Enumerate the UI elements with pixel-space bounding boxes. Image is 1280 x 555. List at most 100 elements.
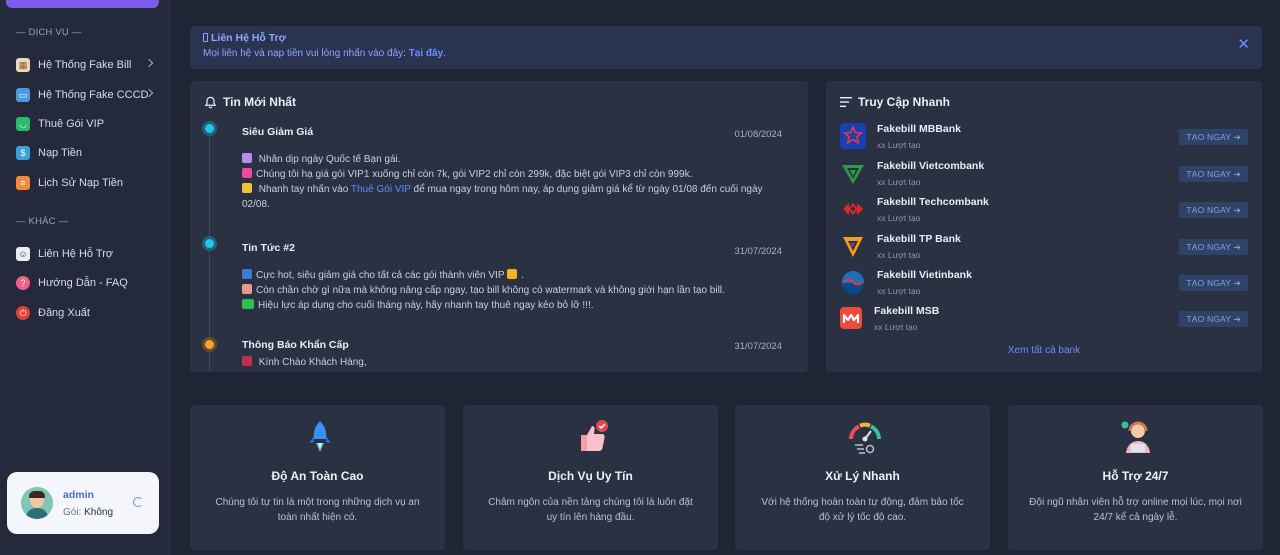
news-item-title: Siêu Giảm Giá	[242, 126, 314, 138]
see-all-banks-link[interactable]: Xem tất cả bank	[826, 345, 1262, 356]
bank-usage: xx Lượt tạo	[877, 250, 921, 260]
news-item-line: Chúng tôi hạ giá gói VIP1 xuống chỉ còn …	[242, 167, 782, 182]
news-line-text: Cực hot, siêu giảm giá cho tất cả các gó…	[256, 270, 505, 281]
sidebar-item-label: Thuê Gói VIP	[38, 118, 105, 130]
create-now-button[interactable]: TẠO NGAY ➔	[1179, 166, 1248, 182]
vietcombank-logo-icon	[840, 160, 866, 186]
quick-access-card: Truy Cập Nhanh Fakebill MBBank xx Lượt t…	[826, 81, 1262, 372]
bell-icon	[204, 96, 217, 108]
vip-link[interactable]: Thuê Gói VIP	[351, 184, 411, 195]
bank-name: Fakebill Vietcombank	[877, 160, 985, 172]
sidebar-item-deposit-history[interactable]: ≡ Lịch Sử Nạp Tiền	[16, 172, 160, 194]
news-card-title: Tin Mới Nhất	[204, 95, 296, 109]
create-now-button[interactable]: TẠO NGAY ➔	[1179, 129, 1248, 145]
user-package: Gói: Không	[63, 507, 113, 518]
alert-link[interactable]: Tại đây	[409, 48, 443, 59]
sidebar-top-menu-item[interactable]	[6, 0, 159, 8]
phone-icon	[203, 33, 208, 42]
sidebar-item-logout[interactable]: ⏻ Đăng Xuất	[16, 302, 160, 324]
alert-message: Mọi liên hệ và nạp tiền vui lòng nhấn và…	[203, 48, 406, 59]
news-line-text: Nhân dịp ngày Quốc tế Bạn gái.	[258, 154, 401, 165]
feature-desc: Châm ngôn của nền tảng chúng tôi là luôn…	[488, 497, 693, 523]
support-alert: Liên Hệ Hỗ Trợ Mọi liên hệ và nạp tiền v…	[190, 26, 1262, 69]
news-item-date: 31/07/2024	[734, 246, 782, 257]
shopping-basket-icon: ◡	[16, 117, 30, 131]
news-item-line: Nhanh tay nhấn vào Thuê Gói VIP để mua n…	[242, 182, 782, 212]
id-card-icon: ▭	[16, 88, 30, 102]
sidebar-item-label: Hệ Thống Fake CCCD	[38, 89, 149, 101]
feature-desc: Chúng tôi tự tin là một trong những dịch…	[215, 497, 420, 523]
avatar	[21, 487, 53, 519]
feature-title: Hỗ Trợ 24/7	[1102, 469, 1169, 483]
bank-usage: xx Lượt tạo	[874, 322, 918, 332]
speedometer-icon	[849, 422, 881, 454]
mbbank-logo-icon	[840, 123, 866, 149]
sidebar-item-fake-cccd[interactable]: ▭ Hệ Thống Fake CCCD	[16, 84, 160, 106]
news-item-date: 01/08/2024	[734, 129, 782, 140]
create-now-button[interactable]: TẠO NGAY ➔	[1179, 202, 1248, 218]
history-icon: ≡	[16, 176, 30, 190]
money-deposit-icon: $	[16, 146, 30, 160]
power-icon: ⏻	[16, 306, 30, 320]
feature-card-support: Hỗ Trợ 24/7 Đội ngũ nhân viên hỗ trợ onl…	[1008, 405, 1263, 550]
news-item-line: Nhân dịp ngày Quốc tế Bạn gái.	[242, 152, 782, 167]
news-item-line: Còn chần chờ gì nữa mà không nâng cấp ng…	[242, 283, 782, 298]
news-line-text: để mua ngay trong hôm nay, áp dụng giảm …	[413, 184, 763, 195]
sidebar-item-support[interactable]: ☺ Liên Hệ Hỗ Trợ	[16, 243, 160, 265]
msb-logo-icon	[840, 307, 862, 329]
bank-name: Fakebill Vietinbank	[877, 269, 972, 281]
quick-access-title-text: Truy Cập Nhanh	[858, 95, 951, 109]
user-card[interactable]: admin Gói: Không	[7, 472, 159, 534]
user-package-label: Gói:	[63, 506, 82, 518]
close-icon[interactable]: ✕	[1237, 35, 1250, 53]
timeline-line	[209, 127, 210, 372]
bank-usage: xx Lượt tạo	[877, 177, 921, 187]
sidebar-item-label: Liên Hệ Hỗ Trợ	[38, 248, 114, 260]
support-agent-icon	[1121, 421, 1150, 453]
create-now-button[interactable]: TẠO NGAY ➔	[1179, 275, 1248, 291]
news-item-line: Kính Chào Khách Hàng,	[242, 355, 782, 370]
bank-row-mbbank[interactable]: Fakebill MBBank xx Lượt tạo TẠO NGAY ➔	[840, 121, 1248, 153]
news-item-date: 31/07/2024	[734, 341, 782, 352]
go-icon	[242, 299, 254, 309]
sidebar-item-vip[interactable]: ◡ Thuê Gói VIP	[16, 113, 160, 135]
feature-title: Độ An Toàn Cao	[271, 469, 364, 483]
feature-title: Xử Lý Nhanh	[825, 469, 900, 483]
news-line-text: Nhanh tay nhấn vào	[258, 184, 349, 195]
tpbank-logo-icon	[840, 233, 866, 259]
bank-row-vietcombank[interactable]: Fakebill Vietcombank xx Lượt tạo TẠO NGA…	[840, 158, 1248, 190]
news-line-text: Còn chần chờ gì nữa mà không nâng cấp ng…	[256, 285, 725, 296]
timeline-dot	[205, 124, 214, 133]
news-line-text: 02/08.	[242, 199, 270, 210]
bank-row-techcombank[interactable]: Fakebill Techcombank xx Lượt tạo TẠO NGA…	[840, 194, 1248, 226]
create-now-button[interactable]: TẠO NGAY ➔	[1179, 239, 1248, 255]
bank-row-msb[interactable]: Fakebill MSB xx Lượt tạo TẠO NGAY ➔	[840, 303, 1248, 335]
news-title-text: Tin Mới Nhất	[223, 95, 296, 109]
sidebar-item-fake-bill[interactable]: ▦ Hệ Thống Fake Bill	[16, 54, 160, 76]
sidebar-item-faq[interactable]: ? Hướng Dẫn - FAQ	[16, 272, 160, 294]
feature-card-reputation: Dịch Vụ Uy Tín Châm ngôn của nền tảng ch…	[463, 405, 718, 550]
bank-name: Fakebill TP Bank	[877, 233, 961, 245]
pointing-hand-icon	[242, 183, 252, 193]
crown-icon	[507, 269, 518, 279]
bank-row-tpbank[interactable]: Fakebill TP Bank xx Lượt tạo TẠO NGAY ➔	[840, 231, 1248, 263]
gift-icon	[242, 168, 252, 178]
news-line-text: Hiệu lực áp dụng cho cuối tháng này, hãy…	[258, 300, 594, 311]
vietinbank-logo-icon	[840, 269, 866, 295]
bank-usage: xx Lượt tạo	[877, 286, 921, 296]
timeline-dot	[205, 239, 214, 248]
feature-card-speed: Xử Lý Nhanh Với hệ thống hoàn toàn tự độ…	[735, 405, 990, 550]
news-card: Tin Mới Nhất Siêu Giảm Giá 01/08/2024 Nh…	[190, 81, 808, 372]
logout-icon[interactable]	[133, 497, 143, 507]
sidebar-item-deposit[interactable]: $ Nạp Tiền	[16, 142, 160, 164]
bank-row-vietinbank[interactable]: Fakebill Vietinbank xx Lượt tạo TẠO NGAY…	[840, 267, 1248, 299]
quick-access-title: Truy Cập Nhanh	[840, 95, 950, 109]
thumbs-up-icon	[581, 420, 608, 451]
sidebar-item-label: Đăng Xuất	[38, 307, 90, 319]
chevron-right-icon	[144, 58, 154, 68]
create-now-button[interactable]: TẠO NGAY ➔	[1179, 311, 1248, 327]
techcombank-logo-icon	[840, 196, 866, 222]
sidebar-section-other: — KHÁC —	[16, 216, 69, 227]
user-name: admin	[63, 488, 94, 501]
news-line-text: Kính Chào Khách Hàng,	[258, 357, 367, 368]
